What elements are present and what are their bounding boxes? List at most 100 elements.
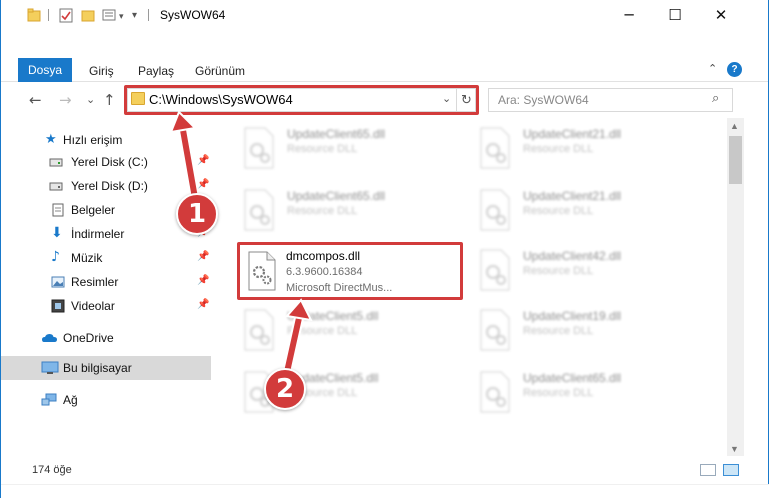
sidebar-item-label: Hızlı erişim — [63, 133, 123, 147]
list-item[interactable]: UpdateClient21.dll Resource DLL — [459, 180, 679, 238]
customize-toolbar-icon[interactable] — [102, 8, 116, 25]
dll-file-icon — [241, 308, 277, 352]
file-name: UpdateClient21.dll — [523, 189, 622, 203]
scroll-up-icon[interactable]: ▲ — [730, 121, 739, 131]
step-2-badge: 2 — [264, 368, 306, 410]
separator — [148, 9, 149, 21]
sidebar-item-label: Yerel Disk (C:) — [71, 155, 148, 169]
list-item[interactable]: UpdateClient42.dll Resource DLL — [459, 240, 679, 298]
pin-icon: 📌 — [197, 155, 210, 166]
list-item[interactable]: UpdateClient5.dll Resource DLL — [223, 362, 443, 420]
pin-icon: 📌 — [197, 179, 210, 190]
drive-icon — [49, 155, 63, 169]
sidebar-item-network[interactable]: Ağ — [1, 388, 211, 412]
dll-file-icon — [477, 370, 513, 414]
list-item[interactable]: UpdateClient65.dll Resource DLL — [223, 180, 443, 238]
tab-home[interactable]: Giriş — [89, 64, 114, 78]
sidebar-item-local-disk-d[interactable]: Yerel Disk (D:) 📌 — [1, 174, 211, 198]
sidebar-item-label: Videolar — [71, 299, 115, 313]
file-name: UpdateClient5.dll — [287, 309, 379, 323]
dll-file-icon — [477, 126, 513, 170]
star-icon: ★ — [45, 131, 57, 146]
list-item[interactable]: UpdateClient65.dll Resource DLL — [459, 362, 679, 420]
pictures-icon — [51, 275, 65, 289]
drive-icon — [49, 179, 63, 193]
explorer-window: ▾ ▾ SysWOW64 ─ ☐ ✕ Dosya Giriş Paylaş Gö… — [0, 0, 769, 498]
file-description: Microsoft DirectMus... — [286, 282, 393, 294]
pin-icon: 📌 — [197, 299, 210, 310]
file-name: UpdateClient19.dll — [523, 309, 622, 323]
file-name: UpdateClient65.dll — [523, 371, 622, 385]
file-type: Resource DLL — [523, 387, 594, 399]
sidebar-item-local-disk-c[interactable]: Yerel Disk (C:) 📌 — [1, 150, 211, 174]
tab-file[interactable]: Dosya — [18, 58, 72, 82]
separator — [48, 9, 49, 21]
download-icon: ⬇ — [51, 225, 63, 241]
scroll-down-icon[interactable]: ▼ — [730, 444, 739, 454]
file-type: Resource DLL — [287, 205, 358, 217]
list-item[interactable]: UpdateClient19.dll Resource DLL — [459, 300, 679, 358]
highlighted-file-item[interactable]: dmcompos.dll 6.3.9600.16384 Microsoft Di… — [237, 242, 463, 300]
details-view-icon[interactable] — [700, 464, 716, 476]
item-count: 174 öğe — [32, 464, 72, 476]
file-type: Resource DLL — [287, 325, 358, 337]
file-type: Resource DLL — [523, 143, 594, 155]
video-icon — [51, 299, 65, 313]
cloud-icon — [41, 331, 57, 345]
dll-file-icon — [241, 126, 277, 170]
sidebar-item-label: Ağ — [63, 393, 78, 407]
sidebar-item-quick-access[interactable]: ★ Hızlı erişim — [1, 128, 211, 152]
pin-icon: 📌 — [197, 251, 210, 262]
window-bottom — [1, 484, 769, 498]
ribbon-tab-bar — [1, 58, 768, 82]
file-type: Resource DLL — [523, 265, 594, 277]
sidebar-item-pictures[interactable]: Resimler 📌 — [1, 270, 211, 294]
scrollbar-thumb[interactable] — [729, 136, 742, 184]
sidebar-item-label: Müzik — [71, 251, 103, 265]
ribbon-collapse-icon[interactable]: ⌃ — [708, 62, 717, 75]
file-type: Resource DLL — [287, 143, 358, 155]
search-placeholder[interactable]: Ara: SysWOW64 — [498, 93, 589, 107]
search-icon[interactable]: ⌕ — [712, 91, 719, 106]
sidebar-item-onedrive[interactable]: OneDrive — [1, 326, 211, 350]
help-icon[interactable]: ? — [727, 62, 742, 77]
forward-icon[interactable]: → — [59, 91, 72, 109]
title-bar: ▾ ▾ SysWOW64 ─ ☐ ✕ — [1, 0, 768, 30]
file-name: UpdateClient21.dll — [523, 127, 622, 141]
folder-icon — [27, 8, 41, 25]
computer-icon — [41, 361, 59, 375]
minimize-button[interactable]: ─ — [606, 0, 652, 30]
window-title: SysWOW64 — [160, 8, 226, 22]
sidebar-item-label: Resimler — [71, 275, 119, 289]
large-icons-view-icon[interactable] — [723, 464, 739, 476]
sidebar-item-label: İndirmeler — [71, 227, 125, 241]
tab-share[interactable]: Paylaş — [138, 64, 174, 78]
back-icon[interactable]: ← — [29, 91, 42, 109]
recent-locations-icon[interactable]: ⌄ — [86, 93, 95, 106]
properties-icon[interactable] — [59, 8, 73, 26]
close-button[interactable]: ✕ — [698, 0, 744, 30]
sidebar-item-label: Bu bilgisayar — [63, 361, 132, 375]
file-name: UpdateClient65.dll — [287, 189, 386, 203]
sidebar-item-this-pc[interactable]: Bu bilgisayar — [1, 356, 211, 380]
tab-view[interactable]: Görünüm — [195, 64, 245, 78]
step-1-badge: 1 — [176, 193, 218, 235]
dll-file-icon — [246, 251, 278, 294]
sidebar-item-music[interactable]: ♪ Müzik 📌 — [1, 246, 211, 270]
list-item[interactable]: UpdateClient5.dll Resource DLL — [223, 300, 443, 358]
music-icon: ♪ — [51, 249, 60, 265]
up-icon[interactable]: ↑ — [103, 91, 116, 109]
address-highlight-box — [124, 85, 479, 115]
file-name: UpdateClient65.dll — [287, 127, 386, 141]
maximize-button[interactable]: ☐ — [652, 0, 698, 30]
qa-more-icon[interactable]: ▾ — [132, 10, 137, 21]
pin-icon: 📌 — [197, 275, 210, 286]
dll-file-icon — [241, 188, 277, 232]
new-folder-icon[interactable] — [81, 8, 95, 25]
list-item[interactable]: UpdateClient65.dll Resource DLL — [223, 118, 443, 176]
list-item[interactable]: UpdateClient21.dll Resource DLL — [459, 118, 679, 176]
file-type: Resource DLL — [523, 325, 594, 337]
file-type: Resource DLL — [523, 205, 594, 217]
qa-dropdown-icon[interactable]: ▾ — [119, 11, 124, 22]
sidebar-item-videos[interactable]: Videolar 📌 — [1, 294, 211, 318]
